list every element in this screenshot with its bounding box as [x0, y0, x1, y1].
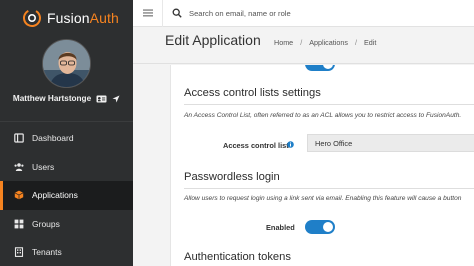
user-info: Matthew Hartstonge — [0, 94, 133, 103]
tenants-icon — [14, 247, 24, 258]
dashboard-icon — [14, 133, 24, 143]
auth-tokens-section-title: Authentication tokens — [184, 251, 291, 263]
breadcrumb-applications[interactable]: Applications — [309, 38, 348, 47]
search-input[interactable] — [189, 8, 469, 18]
acl-section-title: Access control lists settings — [184, 87, 321, 99]
toggle-knob — [323, 65, 333, 69]
breadcrumb-edit: Edit — [363, 38, 377, 47]
brand-name: FusionAuth — [47, 10, 119, 26]
sidebar-item-dashboard[interactable]: Dashboard — [0, 124, 133, 153]
search-icon — [172, 8, 182, 18]
passwordless-section-title: Passwordless login — [184, 171, 280, 183]
user-name: Matthew Hartstonge — [12, 94, 92, 103]
sidebar-item-label: Applications — [32, 190, 78, 201]
fusionauth-logo-icon — [23, 9, 41, 27]
page-header: Edit Application Home / Applications / E… — [133, 27, 474, 64]
sidebar-item-label: Groups — [32, 218, 60, 229]
location-arrow-icon[interactable] — [112, 95, 120, 103]
sidebar: FusionAuth Matthew Hartstonge Dashboard … — [0, 0, 133, 266]
brand-logo[interactable]: FusionAuth — [22, 7, 119, 29]
sidebar-nav: Dashboard Users Applications Groups Tena… — [0, 124, 133, 266]
breadcrumb-separator: / — [354, 38, 357, 47]
previous-setting-toggle[interactable] — [305, 65, 335, 71]
sidebar-item-label: Users — [32, 161, 55, 172]
breadcrumb-home[interactable]: Home — [274, 38, 293, 47]
passwordless-section-description: Allow users to request login using a lin… — [184, 195, 462, 202]
info-icon[interactable] — [287, 141, 294, 148]
user-portrait-icon — [43, 40, 90, 87]
sidebar-item-label: Tenants — [32, 247, 62, 258]
menu-toggle-button[interactable] — [133, 0, 163, 27]
nav-divider — [0, 121, 133, 122]
groups-icon — [14, 219, 24, 229]
cube-icon — [14, 190, 24, 200]
sidebar-item-applications[interactable]: Applications — [0, 181, 133, 210]
section-divider — [184, 188, 474, 189]
enabled-field-label: Enabled — [266, 223, 295, 232]
acl-section-description: An Access Control List, often referred t… — [184, 112, 462, 119]
id-card-icon[interactable] — [96, 95, 107, 103]
users-icon — [14, 162, 24, 171]
section-divider — [184, 104, 474, 105]
sidebar-item-tenants[interactable]: Tenants — [0, 238, 133, 266]
sidebar-item-label: Dashboard — [32, 133, 74, 144]
sidebar-item-groups[interactable]: Groups — [0, 210, 133, 239]
hamburger-menu-icon — [142, 9, 153, 17]
breadcrumb: Home / Applications / Edit — [274, 38, 376, 47]
page-title: Edit Application — [165, 32, 261, 48]
passwordless-enabled-toggle[interactable] — [305, 220, 335, 234]
application-form-panel: Access control lists settings An Access … — [170, 65, 474, 266]
breadcrumb-separator: / — [300, 38, 303, 47]
sidebar-item-users[interactable]: Users — [0, 153, 133, 182]
toggle-knob — [323, 222, 333, 232]
topbar — [133, 0, 474, 27]
acl-field-label: Access control list — [223, 141, 289, 150]
avatar[interactable] — [42, 39, 91, 88]
acl-select[interactable]: Hero Office — [307, 134, 474, 152]
